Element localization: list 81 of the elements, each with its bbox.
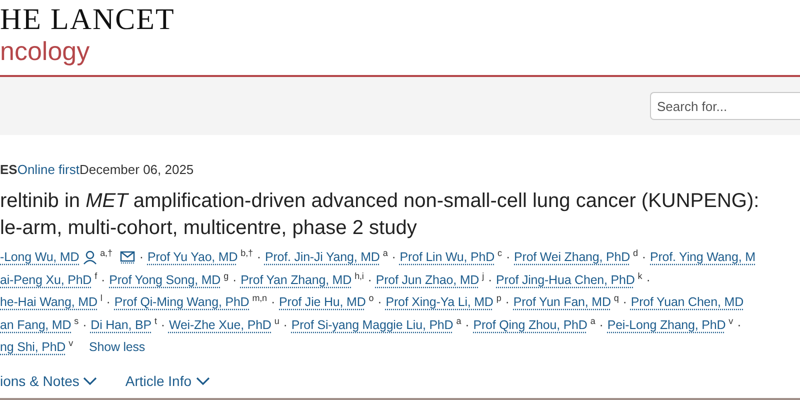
separator: · — [737, 316, 742, 334]
author-link[interactable]: Prof Wei Zhang, PhD — [514, 248, 630, 266]
separator: · — [232, 272, 237, 288]
author-link[interactable]: Wei-Zhe Xue, PhD — [168, 316, 272, 334]
separator: · — [488, 272, 492, 288]
separator: · — [256, 249, 261, 266]
separator: · — [270, 294, 276, 311]
affiliation-marker: o — [368, 293, 374, 303]
logo-subtitle: ncology — [0, 36, 91, 66]
separator: · — [646, 272, 650, 288]
separator: · — [465, 316, 470, 334]
logo-title: HE LANCET — [0, 4, 176, 36]
chevron-icon — [196, 376, 210, 386]
separator: · — [139, 249, 144, 266]
author-link[interactable]: ng Shi, PhD — [0, 338, 66, 356]
affiliation-marker: a — [456, 316, 462, 326]
author-link[interactable]: Prof Qing Zhou, PhD — [473, 316, 588, 334]
author-link[interactable]: an Fang, MD — [0, 316, 72, 334]
separator: · — [160, 316, 165, 334]
affiliation-marker: l — [100, 293, 102, 303]
author-link[interactable]: -Long Wu, MD — [0, 248, 80, 266]
author-link[interactable]: Di Han, BP — [90, 316, 152, 334]
affiliation-marker: s — [74, 316, 79, 326]
separator: · — [505, 294, 510, 311]
author-link[interactable]: ai-Peng Xu, PhD — [0, 270, 92, 288]
author-link[interactable]: Prof Yu Yao, MD — [147, 248, 238, 266]
separator: · — [283, 316, 288, 334]
article-title: reltinib in MET amplification-driven advanced non-small-cell lung cancer (KUNPENG): — [0, 189, 760, 214]
section-toggle[interactable]: ions & Notes — [0, 370, 98, 392]
affiliation-marker: u — [274, 316, 280, 326]
section-label: ES — [0, 161, 18, 179]
affiliation-marker: b,† — [240, 248, 253, 258]
section-toggle[interactable]: Article Info — [125, 370, 210, 392]
affiliation-marker: v — [68, 338, 74, 348]
author-link[interactable]: Prof Xing-Ya Li, MD — [386, 293, 494, 311]
affiliation-marker: h,i — [354, 270, 364, 280]
author-link[interactable]: Prof Jie Hu, MD — [279, 293, 366, 311]
affiliation-marker: p — [496, 293, 502, 303]
affiliation-marker: t — [154, 316, 157, 326]
separator: · — [599, 316, 604, 334]
affiliation-marker: v — [728, 316, 734, 326]
author-link[interactable]: Prof Yan Zhang, MD — [240, 270, 352, 288]
affiliation-marker: q — [614, 293, 619, 303]
separator: · — [368, 272, 372, 288]
author-link[interactable]: Prof Lin Wu, PhD — [400, 248, 495, 266]
mail-icon[interactable] — [120, 250, 136, 264]
author-link[interactable]: Prof. Jin-Ji Yang, MD — [264, 248, 380, 266]
author-link[interactable]: Prof Yun Fan, MD — [513, 293, 611, 311]
author-link[interactable]: Prof Qi-Ming Wang, PhD — [114, 293, 250, 311]
separator: · — [82, 316, 87, 334]
affiliation-marker: a — [382, 248, 388, 258]
author-link[interactable]: Prof Jing-Hua Chen, PhD — [496, 270, 635, 288]
affiliation-marker: f — [94, 270, 98, 280]
separator: · — [642, 249, 646, 266]
search-field[interactable]: Search for... — [650, 92, 800, 120]
separator: · — [101, 272, 106, 288]
separator: · — [392, 249, 396, 266]
separator: · — [622, 294, 627, 311]
article-title: le-arm, multi-cohort, multicentre, phase 2 study — [0, 216, 418, 241]
author-link[interactable]: he-Hai Wang, MD — [0, 293, 98, 311]
affiliation-marker: g — [224, 270, 228, 280]
separator: · — [506, 249, 510, 266]
affiliation-marker: a,† — [100, 248, 112, 258]
separator: · — [378, 294, 382, 311]
author-link[interactable]: Prof Jun Zhao, MD — [376, 270, 480, 288]
publication-date: December 06, 2025 — [79, 161, 194, 179]
affiliation-marker: a — [590, 316, 596, 326]
author-link[interactable]: Pei-Long Zhang, PhD — [607, 316, 726, 334]
show-less-link[interactable]: Show less — [89, 338, 146, 357]
chevron-icon — [83, 376, 98, 386]
online-first-label: Online first — [17, 161, 80, 179]
affiliation-marker: m,n — [252, 293, 267, 303]
affiliation-marker: k — [638, 270, 642, 280]
author-link[interactable]: Prof. Ying Wang, M — [650, 248, 756, 266]
author-link[interactable]: Prof Yong Song, MD — [109, 270, 221, 288]
affiliation-marker: c — [498, 248, 502, 258]
author-link[interactable]: Prof Yuan Chen, MD — [630, 293, 744, 311]
affiliation-marker: j — [482, 270, 484, 280]
separator: · — [106, 294, 110, 311]
affiliation-marker: d — [633, 248, 638, 258]
author-link[interactable]: Prof Si-yang Maggie Liu, PhD — [291, 316, 454, 334]
